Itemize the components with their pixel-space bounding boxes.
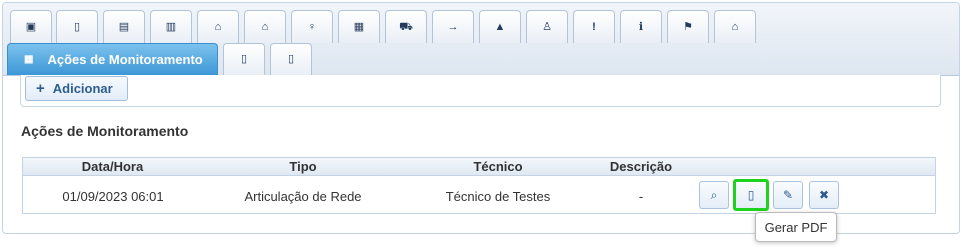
generate-pdf-button[interactable]: ▯ — [733, 179, 769, 211]
cart-icon: ⛟ — [399, 20, 413, 33]
add-button-label: Adicionar — [52, 81, 113, 96]
tab-clipboard[interactable]: ▯ — [56, 10, 98, 43]
tab-warning[interactable]: ▲ — [479, 10, 521, 43]
tab-table[interactable]: ▦ — [338, 10, 380, 43]
user-stamp-icon: ♙ — [542, 20, 552, 33]
tab-home-alt[interactable]: ⌂ — [714, 10, 756, 43]
tab-lightbulb[interactable]: ♀ — [291, 10, 333, 43]
clipboard-icon: ▯ — [287, 53, 295, 65]
section-title: Ações de Monitoramento — [21, 123, 189, 139]
column-header-descricao: Descrição — [609, 159, 673, 174]
cell-tecnico: Técnico de Testes — [445, 189, 551, 204]
cell-tipo: Articulação de Rede — [244, 189, 362, 204]
edit-button[interactable]: ✎ — [773, 181, 803, 209]
home-alt-icon: ⌂ — [731, 20, 739, 33]
document-list-icon: ▤ — [118, 20, 130, 33]
tab-exclamation[interactable]: ! — [573, 10, 615, 43]
tab-acoes-monitoramento[interactable]: ▦ Ações de Monitoramento — [7, 43, 218, 75]
toolbar-area: + Adicionar — [20, 75, 941, 107]
clipboard-icon: ▯ — [73, 20, 81, 33]
id-card-icon: ▣ — [25, 20, 37, 33]
delete-button[interactable]: ✖ — [809, 181, 839, 209]
exclamation-icon: ! — [592, 20, 596, 33]
column-header-tecnico: Técnico — [473, 159, 523, 174]
cell-data-hora: 01/09/2023 06:01 — [62, 189, 164, 204]
arrow-right-icon: → — [447, 20, 459, 33]
tab-document-list[interactable]: ▤ — [103, 10, 145, 43]
table-header: Data/Hora Tipo Técnico Descrição — [23, 158, 935, 176]
tab-label: Ações de Monitoramento — [47, 52, 203, 67]
tab-info[interactable]: ℹ — [620, 10, 662, 43]
warning-icon: ▲ — [494, 20, 506, 33]
file-pdf-icon: ▯ — [747, 188, 755, 202]
cell-descricao: - — [638, 189, 644, 204]
tab-clipboard-2[interactable]: ▯ — [270, 43, 312, 75]
books-icon: ▥ — [165, 20, 177, 33]
tab-id-card[interactable]: ▣ — [10, 10, 52, 43]
tab-user-stamp[interactable]: ♙ — [526, 10, 568, 43]
tab-building[interactable]: ⌂ — [244, 10, 286, 43]
tab-cart[interactable]: ⛟ — [385, 10, 427, 43]
info-icon: ℹ — [638, 20, 644, 33]
search-icon: ⌕ — [710, 187, 718, 202]
edit-icon: ✎ — [782, 188, 794, 202]
add-button[interactable]: + Adicionar — [25, 76, 128, 101]
tooltip: Gerar PDF — [755, 212, 837, 242]
building-icon: ⌂ — [261, 20, 269, 33]
close-icon: ✖ — [818, 188, 830, 202]
actions-table: Data/Hora Tipo Técnico Descrição 01/09/2… — [22, 157, 936, 214]
tab-home[interactable]: ⌂ — [197, 10, 239, 43]
view-button[interactable]: ⌕ — [699, 181, 729, 209]
file-icon: ▯ — [240, 53, 248, 65]
column-header-data-hora: Data/Hora — [81, 159, 144, 174]
lightbulb-icon: ♀ — [307, 20, 317, 33]
tab-arrow-right[interactable]: → — [432, 10, 474, 43]
plus-icon: + — [36, 80, 45, 97]
table-icon: ▦ — [24, 53, 34, 65]
tab-bar: ▣ ▯ ▤ ▥ ⌂ ⌂ ♀ ▦ ⛟ → ▲ ♙ ! ℹ ⚑ ⌂ ▦ Ações … — [3, 3, 959, 76]
home-icon: ⌂ — [214, 20, 222, 33]
table-icon: ▦ — [353, 20, 365, 33]
tab-file[interactable]: ▯ — [223, 43, 265, 75]
flag-icon: ⚑ — [683, 20, 693, 33]
tab-flag[interactable]: ⚑ — [667, 10, 709, 43]
column-header-tipo: Tipo — [289, 159, 317, 174]
tab-books[interactable]: ▥ — [150, 10, 192, 43]
